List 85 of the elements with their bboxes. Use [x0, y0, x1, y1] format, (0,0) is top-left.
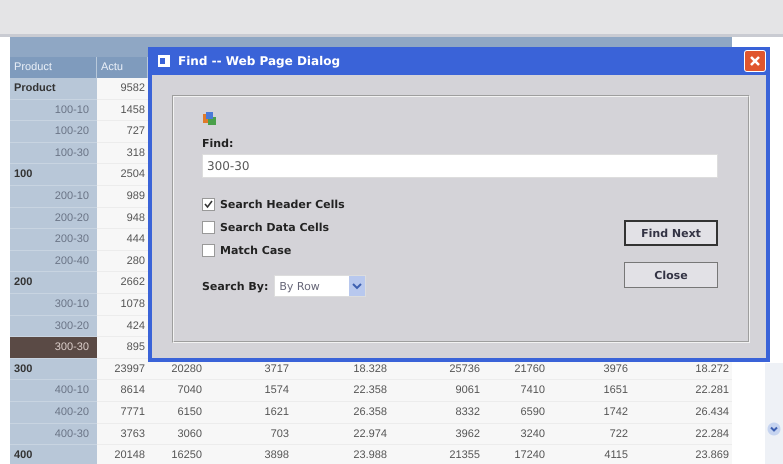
table-cell: 20148	[97, 445, 148, 464]
row-header[interactable]: 300-30	[10, 337, 97, 359]
row-header[interactable]: 200-20	[10, 208, 97, 230]
table-cell: 7410	[483, 380, 548, 402]
table-cell: 4115	[548, 445, 631, 464]
table-cell: 280	[97, 250, 148, 272]
table-cell: 1574	[205, 380, 292, 402]
close-button[interactable]	[744, 50, 766, 72]
table-cell: 727	[97, 121, 148, 143]
window-title: Find -- Web Page Dialog	[178, 54, 340, 68]
table-cell: 16250	[148, 445, 205, 464]
table-cell: 22.358	[292, 380, 390, 402]
row-header[interactable]: 300	[10, 358, 97, 380]
table-cell: 23.988	[292, 445, 390, 464]
table-cell: 7771	[97, 402, 148, 424]
option-label: Search Header Cells	[220, 198, 345, 211]
table-cell: 23997	[97, 358, 148, 380]
row-header[interactable]: 200-10	[10, 186, 97, 208]
table-cell: 8332	[390, 402, 483, 424]
row-header[interactable]: Product	[10, 78, 97, 100]
table-cell: 26.434	[631, 402, 732, 424]
table-cell: 895	[97, 337, 148, 359]
checkbox[interactable]	[202, 198, 215, 211]
table-cell: 722	[548, 424, 631, 446]
row-header[interactable]: 400-10	[10, 380, 97, 402]
table-cell: 23.869	[631, 445, 732, 464]
table-cell: 1621	[205, 402, 292, 424]
table-cell: 22.281	[631, 380, 732, 402]
row-header[interactable]: 200	[10, 272, 97, 294]
row-header[interactable]: 400-30	[10, 424, 97, 446]
table-cell: 2504	[97, 164, 148, 186]
find-field[interactable]: 300-30	[202, 154, 718, 178]
table-cell: 6150	[148, 402, 205, 424]
table-cell: 1458	[97, 100, 148, 122]
table-cell: 22.974	[292, 424, 390, 446]
table-cell: 22.284	[631, 424, 732, 446]
row-header[interactable]: 300-20	[10, 316, 97, 338]
close-icon[interactable]	[749, 55, 761, 67]
row-header[interactable]: 200-30	[10, 229, 97, 251]
table-cell: 3060	[148, 424, 205, 446]
column-header: Actu	[97, 57, 148, 78]
table-cell: 8614	[97, 380, 148, 402]
checkbox[interactable]	[202, 221, 215, 234]
table-cell: 1078	[97, 294, 148, 316]
table-cell: 3763	[97, 424, 148, 446]
table-cell: 6590	[483, 402, 548, 424]
table-cell: 26.358	[292, 402, 390, 424]
option-label: Match Case	[220, 244, 292, 257]
table-cell: 424	[97, 316, 148, 338]
scrollbar[interactable]	[765, 363, 783, 464]
row-header[interactable]: 100	[10, 164, 97, 186]
row-header[interactable]: 100-20	[10, 121, 97, 143]
search-by-dropdown[interactable]: By Row	[274, 275, 366, 297]
table-cell: 1651	[548, 380, 631, 402]
row-header[interactable]: 400-20	[10, 402, 97, 424]
table-cell: 948	[97, 208, 148, 230]
row-header[interactable]: 100-30	[10, 142, 97, 164]
find-label: Find:	[202, 137, 234, 150]
scroll-down-icon[interactable]	[767, 422, 781, 436]
window-icon	[156, 53, 172, 69]
table-cell: 1742	[548, 402, 631, 424]
table-cell: 17240	[483, 445, 548, 464]
table-cell: 318	[97, 142, 148, 164]
row-header[interactable]: 200-40	[10, 250, 97, 272]
row-header[interactable]: 100-10	[10, 100, 97, 122]
table-cell: 3240	[483, 424, 548, 446]
column-header: Product	[10, 57, 97, 78]
table-cell: 444	[97, 229, 148, 251]
table-cell: 21355	[390, 445, 483, 464]
table-cell: 3898	[205, 445, 292, 464]
table-cell: 9582	[97, 78, 148, 100]
dialog-button[interactable]: Close	[624, 262, 718, 288]
search-by-label: Search By:	[202, 280, 268, 292]
row-header[interactable]: 400	[10, 445, 97, 464]
table-cell: 3962	[390, 424, 483, 446]
table-cell: 7040	[148, 380, 205, 402]
find-icon	[202, 111, 218, 127]
table-cell: 703	[205, 424, 292, 446]
table-cell: 989	[97, 186, 148, 208]
dialog-button[interactable]: Find Next	[624, 220, 718, 246]
table-cell: 9061	[390, 380, 483, 402]
table-cell: 2662	[97, 272, 148, 294]
option-label: Search Data Cells	[220, 221, 330, 234]
row-header[interactable]: 300-10	[10, 294, 97, 316]
checkbox[interactable]	[202, 244, 215, 257]
